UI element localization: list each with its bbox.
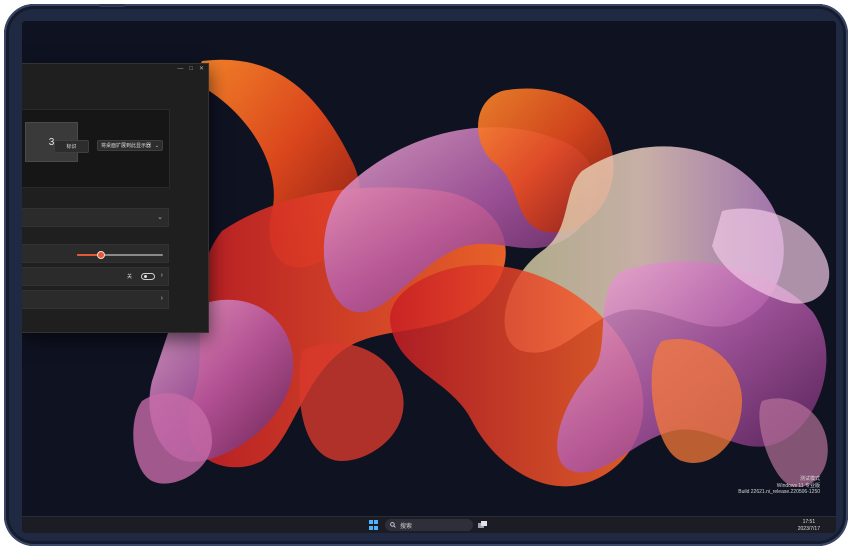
chevron-right-icon[interactable]: › xyxy=(161,295,163,302)
search-placeholder: 搜索 xyxy=(400,523,413,530)
maximize-button[interactable]: □ xyxy=(189,66,193,73)
window-controls: — □ ✕ xyxy=(177,66,204,73)
chevron-right-icon[interactable]: › xyxy=(161,272,163,279)
minimize-button[interactable]: — xyxy=(177,66,183,73)
settings-row[interactable]: › xyxy=(22,290,169,309)
chevron-down-icon: ⌄ xyxy=(154,142,159,149)
windows-logo-icon xyxy=(369,520,373,524)
watermark-line-3: Build 22621.ni_release.220506-1250 xyxy=(738,489,820,495)
taskbar-search[interactable]: 搜索 xyxy=(385,519,473,531)
taskbar: 搜索 17:51 2023/7/17 xyxy=(22,516,836,533)
close-button[interactable]: ✕ xyxy=(199,66,204,73)
brightness-slider[interactable] xyxy=(77,251,163,259)
start-button[interactable] xyxy=(369,520,379,530)
brightness-row xyxy=(22,244,169,263)
display-settings-window[interactable]: — □ ✕ 3 标识 将桌面扩展到此显示器 ⌄ ⌄ 关 › › xyxy=(22,63,209,333)
tablet-device: — □ ✕ 3 标识 将桌面扩展到此显示器 ⌄ ⌄ 关 › › 测试模式 Win… xyxy=(4,4,848,546)
chevron-down-icon: ⌄ xyxy=(157,214,163,221)
night-light-toggle[interactable] xyxy=(141,273,155,280)
task-view-icon[interactable] xyxy=(478,521,488,529)
system-clock[interactable]: 17:51 2023/7/17 xyxy=(798,519,820,532)
multiple-displays-dropdown[interactable]: 将桌面扩展到此显示器 ⌄ xyxy=(97,140,163,151)
slider-thumb[interactable] xyxy=(97,251,106,259)
test-mode-watermark: 测试模式 Windows 11 专业版 Build 22621.ni_relea… xyxy=(738,476,820,496)
toggle-state-label: 关 xyxy=(126,274,132,280)
identify-button[interactable]: 标识 xyxy=(54,140,89,153)
dropdown-value: 将桌面扩展到此显示器 xyxy=(101,143,152,149)
search-icon xyxy=(390,522,396,528)
camera-bar xyxy=(99,4,125,7)
desktop-screen: — □ ✕ 3 标识 将桌面扩展到此显示器 ⌄ ⌄ 关 › › 测试模式 Win… xyxy=(22,21,836,533)
expandable-row[interactable]: ⌄ xyxy=(22,208,169,227)
clock-date: 2023/7/17 xyxy=(797,525,820,532)
night-light-row[interactable]: 关 › xyxy=(22,267,169,286)
